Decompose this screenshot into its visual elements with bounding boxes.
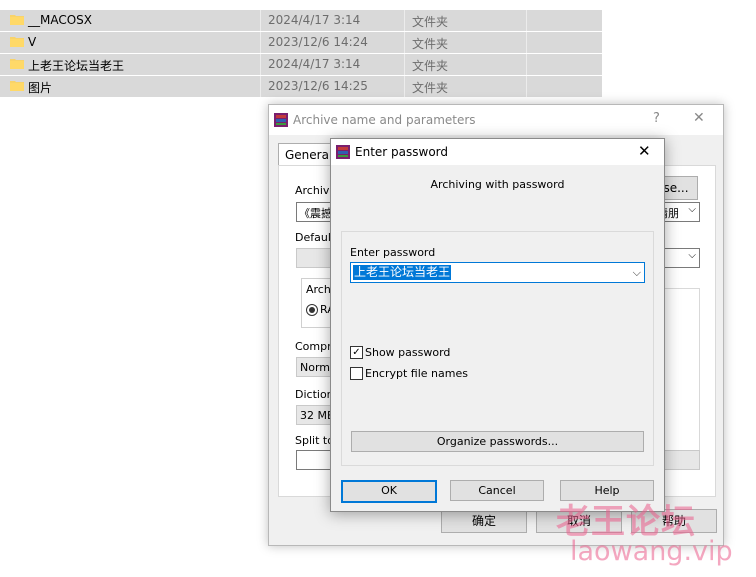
close-icon[interactable]: ✕ <box>693 110 705 126</box>
watermark-url: laowang.vip <box>570 536 733 567</box>
ok-button[interactable]: OK <box>341 480 437 503</box>
column-separator <box>260 10 261 31</box>
folder-icon <box>10 81 24 91</box>
password-label: Enter password <box>350 246 436 259</box>
file-row[interactable]: 上老王论坛当老王 2024/4/17 3:14 文件夹 <box>0 54 602 76</box>
winrar-icon <box>336 145 350 159</box>
password-value: 上老王论坛当老王 <box>353 265 452 280</box>
cancel-label: Cancel <box>478 484 516 497</box>
rar-radio[interactable] <box>306 304 318 316</box>
column-separator <box>526 32 527 53</box>
column-separator <box>404 10 405 31</box>
browse-label: se... <box>663 181 689 195</box>
tab-general[interactable]: General <box>278 143 336 166</box>
help-icon[interactable]: ? <box>653 111 660 126</box>
column-separator <box>260 54 261 75</box>
file-row[interactable]: 图片 2023/12/6 14:25 文件夹 <box>0 76 602 98</box>
file-name: 图片 <box>28 81 53 95</box>
column-separator <box>260 76 261 97</box>
column-separator <box>404 76 405 97</box>
column-separator <box>404 54 405 75</box>
encrypt-file-names-label: Encrypt file names <box>365 367 468 380</box>
encrypt-file-names-checkbox[interactable] <box>350 367 363 380</box>
file-name: 上老王论坛当老王 <box>28 59 125 73</box>
file-type: 文件夹 <box>412 37 449 51</box>
folder-icon <box>10 15 24 25</box>
archive-name-value: 《震撼 <box>299 207 332 220</box>
dialog-title: Enter password <box>355 145 448 159</box>
column-separator <box>404 32 405 53</box>
dialog-title-bar: Enter password ✕ <box>331 139 664 165</box>
tab-general-label: General <box>285 148 333 162</box>
folder-icon <box>10 59 24 69</box>
file-name: __MACOSX <box>28 13 93 27</box>
dialog-subtitle: Archiving with password <box>430 178 565 191</box>
file-type: 文件夹 <box>412 81 449 95</box>
ok-label: OK <box>381 484 397 497</box>
file-name: V <box>28 35 37 49</box>
folder-icon <box>10 37 24 47</box>
column-separator <box>526 10 527 31</box>
organize-passwords-button[interactable]: Organize passwords... <box>351 431 644 452</box>
dialog-title-bar: Archive name and parameters ? ✕ <box>269 105 723 135</box>
file-list: __MACOSX 2024/4/17 3:14 文件夹 V 2023/12/6 … <box>0 10 602 98</box>
show-password-label: Show password <box>365 346 451 359</box>
file-date: 2024/4/17 3:14 <box>268 13 361 27</box>
dialog-title: Archive name and parameters <box>293 113 476 127</box>
file-row[interactable]: V 2023/12/6 14:24 文件夹 <box>0 32 602 54</box>
column-separator <box>526 76 527 97</box>
enter-password-dialog: Enter password ✕ Archiving with password… <box>330 138 665 512</box>
file-date: 2023/12/6 14:25 <box>268 79 368 93</box>
file-row[interactable]: __MACOSX 2024/4/17 3:14 文件夹 <box>0 10 602 32</box>
chevron-down-icon[interactable]: ⌵ <box>633 266 641 280</box>
radio-dot <box>309 307 315 313</box>
ok-label: 确定 <box>471 514 496 528</box>
file-date: 2023/12/6 14:24 <box>268 35 368 49</box>
organize-passwords-label: Organize passwords... <box>436 435 559 448</box>
chevron-down-icon: ⌵ <box>688 204 696 215</box>
winrar-icon <box>274 113 288 127</box>
show-password-checkbox[interactable]: ✓ <box>350 346 363 359</box>
close-icon[interactable]: ✕ <box>638 142 651 160</box>
file-type: 文件夹 <box>412 15 449 29</box>
password-group: Enter password 上老王论坛当老王 ⌵ ✓ Show passwor… <box>341 231 654 466</box>
password-input[interactable]: 上老王论坛当老王 ⌵ <box>350 262 645 283</box>
chevron-down-icon: ⌵ <box>688 250 696 261</box>
ok-button[interactable]: 确定 <box>441 509 527 533</box>
file-date: 2024/4/17 3:14 <box>268 57 361 71</box>
cancel-button[interactable]: Cancel <box>450 480 544 501</box>
column-separator <box>260 32 261 53</box>
file-type: 文件夹 <box>412 59 449 73</box>
split-label: Split to <box>295 434 334 447</box>
column-separator <box>526 54 527 75</box>
